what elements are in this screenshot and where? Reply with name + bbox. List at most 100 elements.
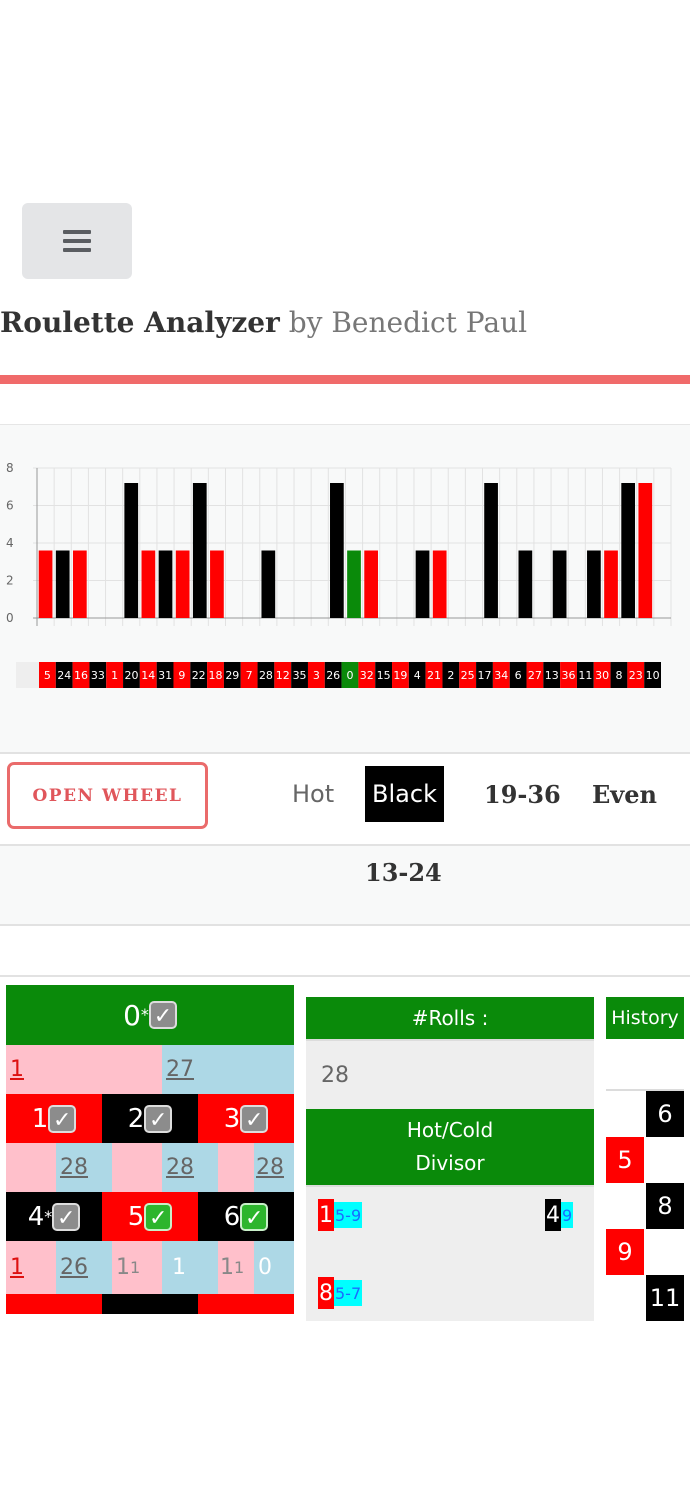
board-cell-6[interactable]: 6 ✓: [198, 1192, 294, 1241]
history-number: 11: [646, 1275, 684, 1321]
board-cell-2[interactable]: 2 ✓: [102, 1094, 198, 1143]
category-label: 12: [276, 669, 290, 682]
rolls-panel: #Rolls : 28 Hot/Cold Divisor 1 5-9 4 9 8…: [306, 997, 594, 1321]
bar-20: [124, 483, 139, 618]
category-label: 3: [313, 669, 320, 682]
cell-number: 1: [31, 1103, 49, 1134]
stat-link[interactable]: 27: [166, 1057, 194, 1082]
bar-24: [55, 550, 70, 618]
history-number: 9: [606, 1229, 644, 1275]
stat-link[interactable]: 28: [166, 1155, 194, 1180]
zero-star: *: [140, 1005, 149, 1024]
bar-5: [38, 550, 53, 618]
check-icon[interactable]: ✓: [148, 1001, 177, 1029]
category-label: 6: [515, 669, 522, 682]
check-icon[interactable]: ✓: [144, 1202, 173, 1231]
hotcold-divisor: 5-9: [334, 1202, 363, 1228]
hotcold-divisor: 5-7: [334, 1280, 363, 1306]
history-header: History: [606, 997, 684, 1039]
hotcold-divisor: 9: [561, 1202, 574, 1228]
category-label: 31: [158, 669, 172, 682]
category-label: 9: [178, 669, 185, 682]
bar-11: [587, 550, 601, 618]
stat-text: 0: [258, 1255, 272, 1280]
category-label: 1: [111, 669, 118, 682]
hotcold-subtitle: Divisor: [415, 1151, 485, 1175]
bar-23: [638, 483, 653, 618]
history-panel: History 6 5 8 9 11: [606, 997, 684, 1321]
category-label: 5: [44, 669, 51, 682]
bar-6: [518, 550, 533, 618]
bar-18: [210, 550, 224, 618]
stat-sup: 1: [234, 1257, 245, 1277]
category-label: 8: [615, 669, 622, 682]
check-icon[interactable]: ✓: [240, 1104, 269, 1133]
cell-star: *: [44, 1206, 53, 1226]
board-stats-row: 1 27: [6, 1045, 294, 1094]
stat-link[interactable]: 1: [10, 1255, 24, 1280]
app-title: Roulette Analyzer: [0, 306, 280, 339]
board-cell-3[interactable]: 3 ✓: [198, 1094, 294, 1143]
y-tick-label: 6: [6, 499, 14, 513]
open-wheel-button[interactable]: OPEN WHEEL: [7, 762, 208, 829]
category-label: 23: [629, 669, 643, 682]
history-number: 5: [606, 1137, 644, 1183]
dozen-label: 13-24: [365, 858, 442, 887]
stat-link[interactable]: 26: [60, 1255, 88, 1280]
history-item: 9: [606, 1229, 684, 1275]
board-cell-9[interactable]: [198, 1294, 294, 1314]
bar-4: [415, 550, 430, 618]
check-icon[interactable]: ✓: [240, 1202, 269, 1231]
app-byline: by Benedict Paul: [288, 306, 528, 339]
board-cell-8[interactable]: [102, 1294, 198, 1314]
cell-number: 5: [127, 1201, 145, 1232]
category-label: 14: [141, 669, 155, 682]
color-badge: Black: [365, 766, 444, 822]
board-cell-5[interactable]: 5 ✓: [102, 1192, 198, 1241]
y-tick-label: 2: [6, 574, 14, 588]
hotcold-number: 4: [545, 1199, 561, 1231]
stat-link[interactable]: 1: [10, 1057, 24, 1082]
bar-21: [432, 550, 447, 618]
check-icon[interactable]: ✓: [48, 1104, 77, 1133]
board-cell-7[interactable]: [6, 1294, 102, 1314]
category-label: 21: [427, 669, 441, 682]
stat-text: 1: [172, 1255, 186, 1280]
bar-26: [330, 483, 344, 618]
cell-number: 2: [127, 1103, 145, 1134]
category-label: 29: [225, 669, 239, 682]
bar-9: [175, 550, 190, 618]
stat-link[interactable]: 28: [60, 1155, 88, 1180]
y-tick-label: 4: [6, 536, 14, 550]
category-label: 15: [377, 669, 391, 682]
category-label: 18: [209, 669, 223, 682]
history-number: 8: [646, 1183, 684, 1229]
stat-link[interactable]: 28: [256, 1155, 284, 1180]
history-item: 6: [606, 1091, 684, 1137]
check-icon[interactable]: ✓: [52, 1202, 81, 1231]
check-icon[interactable]: ✓: [144, 1104, 173, 1133]
bar-8: [621, 483, 636, 618]
board-cell-1[interactable]: 1 ✓: [6, 1094, 102, 1143]
bar-17: [484, 483, 498, 618]
header-divider: [0, 375, 690, 384]
controls-row: OPEN WHEEL Hot Black 19-36 Even: [0, 754, 690, 846]
parity-label: Even: [592, 779, 657, 809]
bar-0: [347, 550, 361, 618]
history-number: 6: [646, 1091, 684, 1137]
hotcold-number: 1: [318, 1199, 334, 1231]
category-label: 28: [259, 669, 273, 682]
board-cell-4[interactable]: 4 * ✓: [6, 1192, 102, 1241]
category-strip-pad: [16, 662, 39, 688]
menu-button[interactable]: [22, 203, 132, 279]
cell-number: 4: [27, 1201, 45, 1232]
board-row: 4 * ✓ 5 ✓ 6 ✓: [6, 1192, 294, 1241]
board-zero-cell[interactable]: 0 * ✓: [6, 985, 294, 1045]
category-label: 17: [477, 669, 491, 682]
board-stats-row: 28 28 28: [6, 1143, 294, 1192]
hotcold-item: 4 9: [545, 1199, 574, 1231]
hotcold-number: 8: [318, 1277, 334, 1309]
rolls-count: 28: [306, 1039, 594, 1109]
hotcold-item: 1 5-9: [318, 1199, 363, 1231]
roulette-board: 0 * ✓ 1 27 1 ✓ 2 ✓ 3 ✓ 28 28 28 4 * ✓ 5 ✓ 6 ✓ 1 2…: [6, 985, 294, 1314]
